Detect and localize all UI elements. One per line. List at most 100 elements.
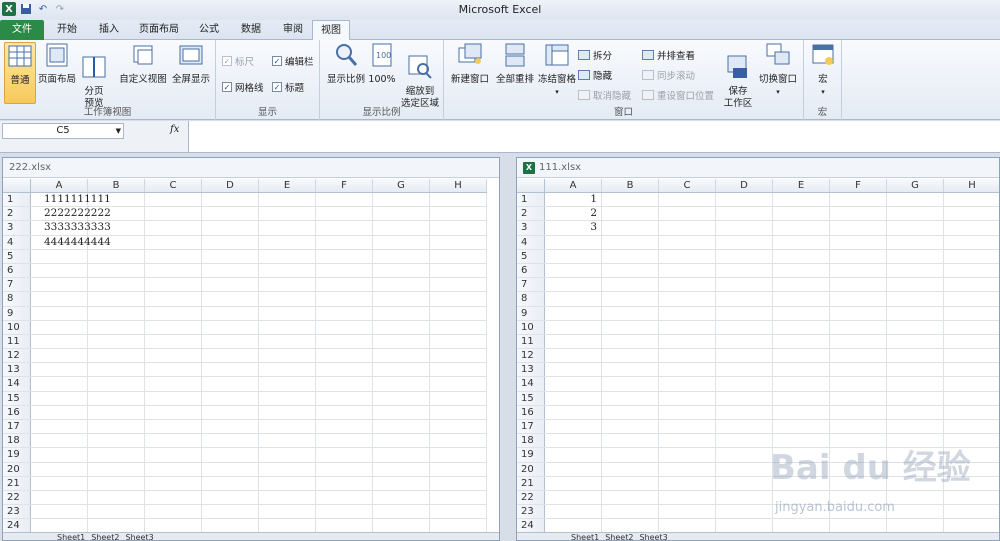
cell[interactable] (202, 462, 259, 476)
cell[interactable] (430, 334, 487, 349)
tab-home[interactable]: 开始 (50, 20, 84, 40)
cell[interactable] (887, 207, 944, 221)
cell[interactable] (430, 462, 487, 476)
cell[interactable] (316, 221, 373, 235)
cell[interactable] (316, 278, 373, 292)
cell[interactable] (887, 320, 944, 334)
cell[interactable] (887, 263, 944, 278)
cell[interactable] (145, 263, 202, 278)
cell[interactable] (88, 519, 145, 533)
tab-file[interactable]: 文件 (0, 20, 44, 40)
cell[interactable] (887, 420, 944, 434)
cell[interactable] (316, 249, 373, 263)
cell[interactable] (659, 505, 716, 519)
tab-view[interactable]: 视图 (312, 20, 350, 41)
cell[interactable] (88, 490, 145, 505)
cell[interactable] (716, 476, 773, 490)
row-header[interactable]: 1 (3, 193, 31, 207)
cell[interactable] (659, 278, 716, 292)
cell[interactable] (88, 420, 145, 434)
cell[interactable] (373, 278, 430, 292)
row-header[interactable]: 24 (517, 519, 545, 533)
row-header[interactable]: 20 (3, 462, 31, 476)
cell[interactable] (259, 249, 316, 263)
cell[interactable] (773, 278, 830, 292)
cell[interactable] (773, 249, 830, 263)
cell[interactable] (545, 434, 602, 448)
column-header[interactable]: C (659, 179, 716, 192)
cell[interactable] (202, 505, 259, 519)
cell[interactable] (88, 391, 145, 405)
row-header[interactable]: 3 (3, 221, 31, 235)
cell[interactable] (202, 278, 259, 292)
cell[interactable] (145, 207, 202, 221)
cell[interactable] (259, 448, 316, 462)
cell[interactable] (145, 235, 202, 249)
cell[interactable] (659, 221, 716, 235)
cell[interactable] (373, 462, 430, 476)
cell[interactable] (830, 334, 887, 349)
cell[interactable]: 1 (545, 193, 602, 207)
cell[interactable] (202, 221, 259, 235)
cell[interactable] (887, 505, 944, 519)
cell[interactable] (202, 363, 259, 377)
custom-views-button[interactable]: 自定义视图 (118, 42, 168, 86)
row-header[interactable]: 17 (517, 420, 545, 434)
cell[interactable] (716, 249, 773, 263)
cell[interactable] (373, 434, 430, 448)
cell[interactable] (602, 448, 659, 462)
cell[interactable] (316, 377, 373, 391)
cell[interactable] (145, 391, 202, 405)
cell[interactable] (602, 278, 659, 292)
cell[interactable] (830, 519, 887, 533)
column-header[interactable]: G (887, 179, 944, 192)
cell[interactable] (830, 377, 887, 391)
cell[interactable] (373, 349, 430, 363)
cell[interactable] (259, 292, 316, 306)
cell[interactable] (659, 490, 716, 505)
cell[interactable] (316, 235, 373, 249)
cell[interactable] (373, 306, 430, 320)
cell[interactable] (31, 519, 88, 533)
cell[interactable] (602, 334, 659, 349)
cell[interactable] (259, 420, 316, 434)
cell[interactable] (88, 292, 145, 306)
cell[interactable] (716, 519, 773, 533)
macros-button[interactable]: 宏 ▾ (808, 42, 838, 98)
cell[interactable] (373, 320, 430, 334)
gridlines-checkbox[interactable]: ✓ 网格线 (222, 80, 264, 94)
row-header[interactable]: 7 (3, 278, 31, 292)
cell[interactable] (944, 491, 999, 504)
cell[interactable] (202, 249, 259, 263)
row-header[interactable]: 11 (3, 334, 31, 349)
cell[interactable] (430, 448, 487, 462)
cell[interactable] (773, 235, 830, 249)
cell[interactable] (602, 292, 659, 306)
cell[interactable] (659, 292, 716, 306)
cell[interactable] (887, 306, 944, 320)
cell[interactable] (430, 434, 487, 448)
row-header[interactable]: 5 (3, 249, 31, 263)
cell[interactable] (773, 391, 830, 405)
column-header[interactable]: A (31, 179, 88, 192)
cell[interactable] (259, 405, 316, 419)
cell[interactable] (316, 334, 373, 349)
cell[interactable] (259, 320, 316, 334)
row-header[interactable]: 2 (517, 207, 545, 221)
cell[interactable] (316, 320, 373, 334)
cell[interactable] (31, 263, 88, 278)
cell[interactable] (430, 193, 487, 207)
cell[interactable] (944, 292, 999, 305)
cell[interactable] (31, 306, 88, 320)
cell[interactable] (944, 193, 999, 206)
cell[interactable] (602, 306, 659, 320)
cell[interactable] (373, 519, 430, 533)
cell[interactable] (202, 476, 259, 490)
cell[interactable] (602, 476, 659, 490)
cell[interactable] (88, 221, 145, 235)
cell[interactable] (830, 249, 887, 263)
cell[interactable] (716, 292, 773, 306)
cell[interactable] (773, 377, 830, 391)
cell[interactable]: 3 (545, 221, 602, 235)
cell[interactable] (259, 490, 316, 505)
